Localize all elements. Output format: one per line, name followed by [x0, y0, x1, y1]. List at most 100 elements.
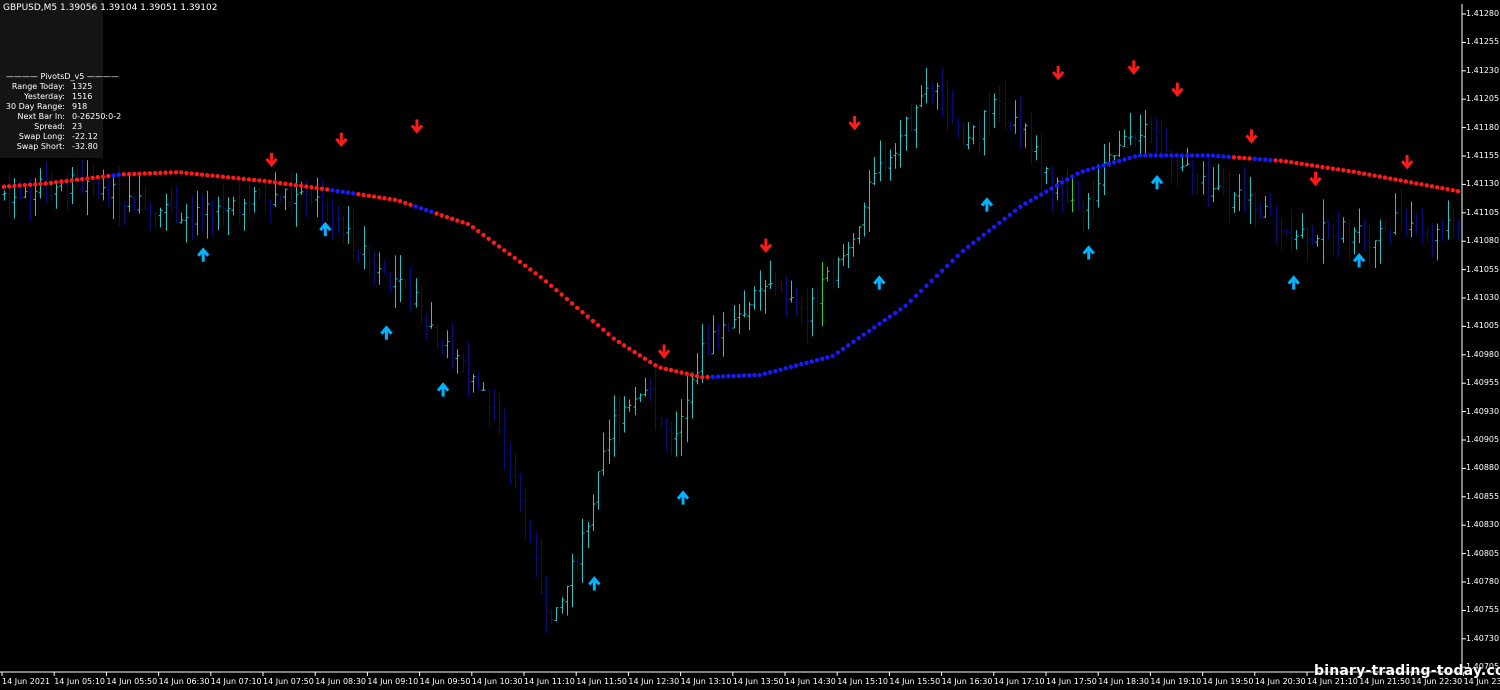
- ohlc-bar: [148, 202, 153, 231]
- price-tick-label: 1.40830: [1466, 520, 1500, 530]
- ohlc-bar: [1034, 135, 1039, 161]
- ma-dot: [7, 184, 12, 189]
- ohlc-bar: [622, 396, 627, 433]
- ma-dot: [528, 267, 533, 272]
- ohlc-bar: [930, 82, 935, 104]
- watermark: binary-trading-today.com: [1314, 663, 1500, 679]
- indicator-row-value: 1516: [72, 92, 93, 101]
- ohlc-bar: [737, 304, 742, 334]
- time-tick-label: 14 Jun 11:50: [576, 677, 628, 686]
- price-ticks: [1462, 13, 1466, 668]
- ohlc-bar: [179, 212, 184, 224]
- ohlc-bar: [481, 382, 486, 391]
- price-chart[interactable]: [0, 0, 1500, 690]
- ma-dot: [126, 171, 132, 177]
- ohlc-bar: [252, 187, 257, 213]
- ma-dot: [330, 188, 335, 193]
- ma-dot: [616, 339, 622, 345]
- sell-arrow-icon: [335, 132, 348, 148]
- ma-dot: [908, 298, 913, 304]
- sell-arrow-icon: [410, 119, 424, 134]
- ma-dot: [27, 182, 33, 187]
- ma-dot: [465, 221, 471, 227]
- buy-arrow-icon: [588, 576, 601, 591]
- ma-dot: [22, 182, 28, 188]
- ohlc-bar: [195, 190, 200, 236]
- ma-dot: [1450, 187, 1455, 193]
- ohlc-bar: [1096, 164, 1101, 208]
- ohlc-bar: [554, 607, 559, 622]
- ma-dot: [184, 170, 189, 176]
- ma-dot: [543, 279, 549, 284]
- ohlc-bar: [75, 164, 80, 188]
- price-tick-label: 1.40955: [1466, 378, 1500, 388]
- ohlc-bar: [841, 243, 846, 266]
- ohlc-bar: [653, 366, 658, 431]
- ohlc-bar: [1399, 187, 1404, 231]
- indicator-row: Range Today: 1325: [0, 82, 103, 92]
- price-tick-label: 1.40780: [1466, 577, 1500, 586]
- ma-dot: [137, 171, 142, 176]
- ma-dot: [1440, 186, 1445, 191]
- ma-dot: [1033, 195, 1039, 200]
- ohlc-bar: [1003, 80, 1008, 130]
- ohlc-bar: [502, 408, 507, 470]
- ohlc-bar: [956, 117, 961, 138]
- ma-dot: [1330, 166, 1336, 171]
- ohlc-bar: [403, 278, 408, 290]
- ohlc-bar: [596, 471, 601, 510]
- ohlc-bar: [1315, 234, 1320, 247]
- ma-dot: [606, 331, 611, 337]
- ma-dot: [1434, 185, 1440, 190]
- ohlc-bar: [1383, 219, 1388, 233]
- ohlc-bar: [1404, 208, 1409, 238]
- ma-dot: [444, 214, 450, 220]
- ma-dot: [1179, 153, 1184, 158]
- ohlc-bar: [560, 597, 565, 614]
- ma-dot: [1424, 183, 1429, 188]
- ohlc-bar: [1373, 240, 1378, 269]
- indicator-row-label: Yesterday:: [24, 92, 65, 101]
- indicator-row-value: 918: [72, 102, 88, 111]
- time-tick-label: 14 Jun 06:30: [158, 677, 210, 686]
- ohlc-bar: [789, 280, 794, 303]
- ma-dot: [1190, 153, 1195, 158]
- ma-dot: [1377, 174, 1383, 179]
- ma-dot: [1221, 154, 1226, 159]
- ma-dot: [814, 357, 820, 363]
- ohlc-bar: [1112, 155, 1117, 161]
- buy-arrow-icon: [197, 247, 210, 262]
- ohlc-bar: [351, 207, 356, 258]
- ohlc-bar: [679, 399, 684, 457]
- ohlc-bar: [1253, 191, 1258, 228]
- ma-dot: [1101, 163, 1106, 168]
- ma-dot: [111, 173, 116, 178]
- ohlc-bar: [601, 432, 606, 476]
- ma-dot: [85, 176, 90, 181]
- price-tick-label: 1.41155: [1466, 151, 1500, 160]
- ma-dot: [689, 372, 695, 378]
- ma-dot: [747, 373, 752, 378]
- ohlc-bar: [487, 389, 492, 427]
- ohlc-bar: [851, 232, 856, 257]
- ohlc-bar: [773, 271, 778, 296]
- ma-dot: [59, 179, 64, 184]
- moving-average-dots: [1, 153, 1461, 380]
- ohlc-bar: [1289, 208, 1294, 252]
- ma-dot: [762, 371, 768, 376]
- ma-dot: [257, 178, 262, 183]
- ma-dot: [298, 183, 304, 189]
- ohlc-bar: [1435, 223, 1440, 261]
- ohlc-bar: [1070, 176, 1075, 213]
- ohlc-bar: [1242, 166, 1247, 214]
- ma-dot: [1205, 153, 1211, 158]
- ma-dot: [429, 209, 434, 214]
- ma-dot: [48, 180, 54, 186]
- ma-dot: [1304, 162, 1310, 167]
- ohlc-bar: [1201, 161, 1206, 195]
- ohlc-bar: [987, 91, 992, 137]
- ma-dot: [220, 174, 226, 179]
- ma-dot: [934, 273, 940, 279]
- ma-dot: [350, 191, 356, 196]
- ohlc-bar: [805, 288, 810, 344]
